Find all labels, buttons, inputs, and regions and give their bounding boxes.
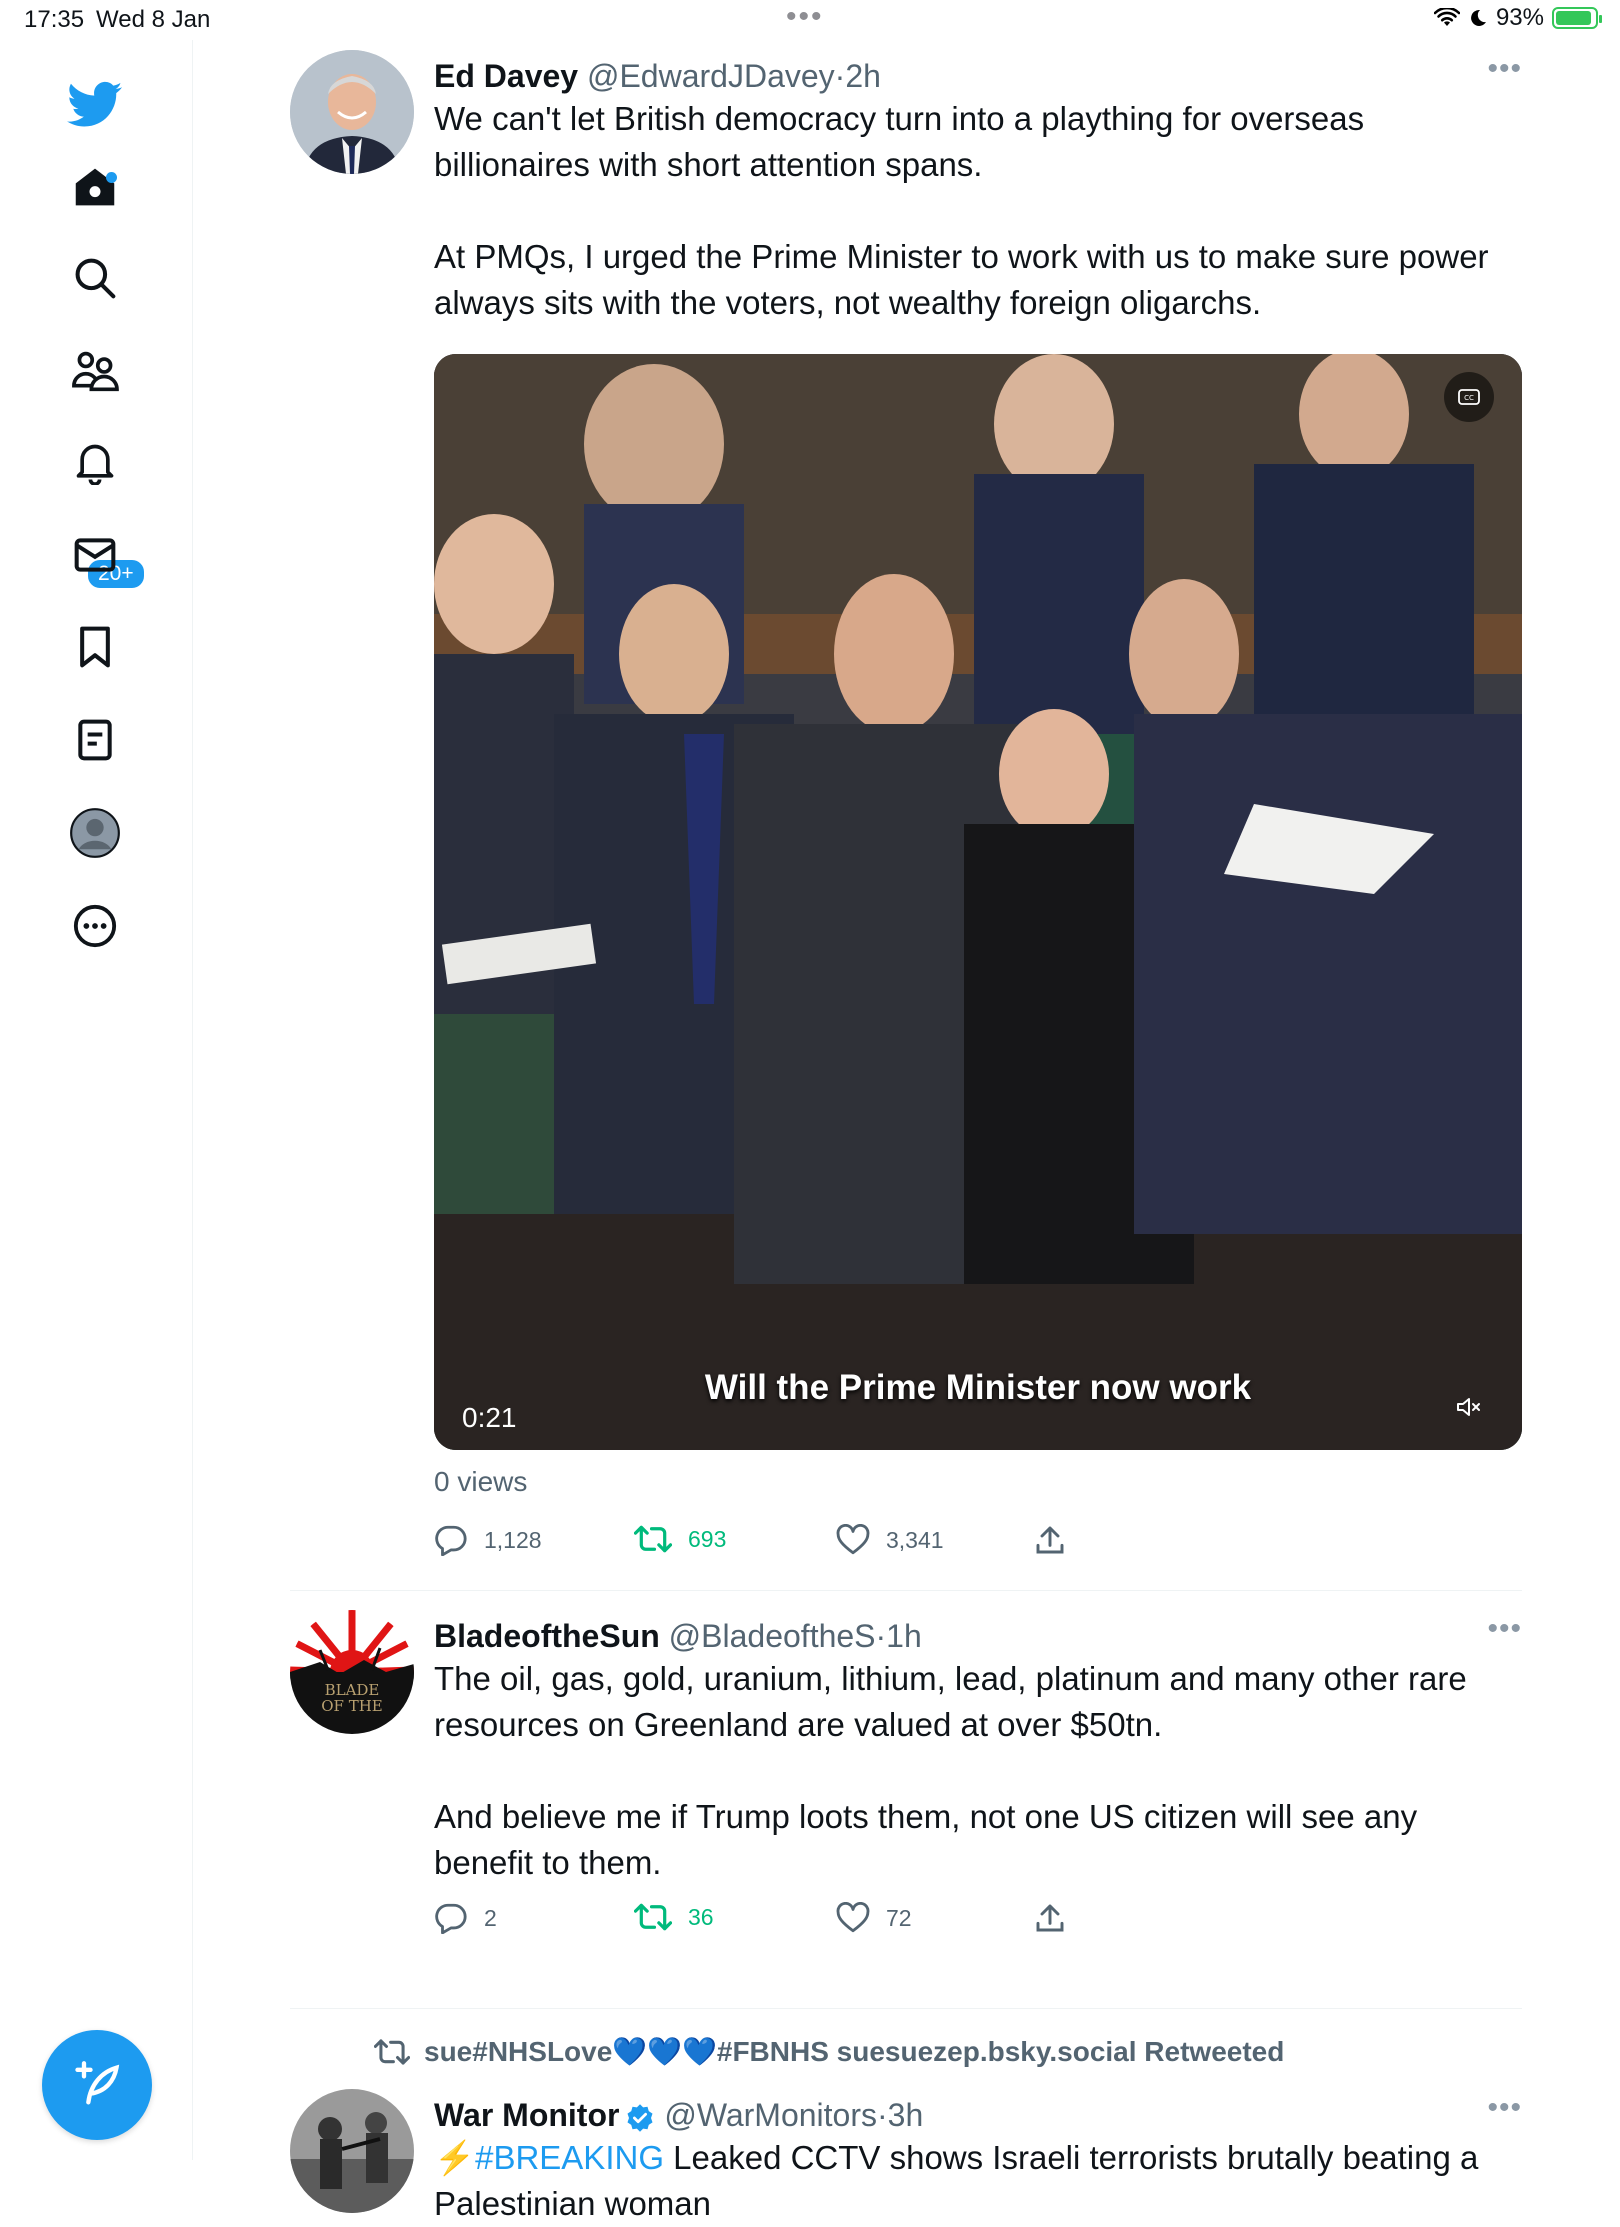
separator: ·: [834, 58, 846, 94]
tweet-age[interactable]: 1h: [886, 1618, 922, 1654]
reply-button[interactable]: 2: [434, 1902, 497, 1934]
author-handle[interactable]: @WarMonitors: [664, 2097, 877, 2133]
like-count: 72: [886, 1904, 912, 1931]
status-indicators: 93%: [1433, 4, 1602, 32]
tweet-text-body: Leaked CCTV shows Israeli terrorists bru…: [664, 2139, 1479, 2176]
retweet-icon: [634, 1525, 672, 1553]
tweet-text: ⚡#BREAKING Leaked CCTV shows Israeli ter…: [434, 2135, 1522, 2227]
bell-icon: [76, 444, 114, 485]
sidebar-item-lists[interactable]: [60, 705, 130, 775]
tweet-actions: 1,128 693 3,341: [434, 1524, 1334, 1564]
like-count: 3,341: [886, 1526, 944, 1553]
like-button[interactable]: 3,341: [836, 1524, 944, 1556]
heart-icon: [836, 1524, 870, 1555]
compose-tweet-button[interactable]: [42, 2030, 152, 2140]
sidebar-item-notifications[interactable]: [60, 428, 130, 498]
author-name[interactable]: War Monitor: [434, 2097, 619, 2133]
more-circle-icon: [73, 904, 117, 948]
tweet-divider: [290, 1590, 1522, 1591]
sidebar-item-profile[interactable]: [60, 798, 130, 868]
separator: ·: [877, 2097, 888, 2133]
tweet-divider: [290, 2008, 1522, 2009]
author-handle[interactable]: @EdwardJDavey: [587, 58, 835, 94]
tweet-header: Ed Davey @EdwardJDavey·2h: [434, 58, 881, 95]
sidebar-item-more[interactable]: [60, 891, 130, 961]
captions-icon[interactable]: CC: [1444, 372, 1494, 422]
author-name[interactable]: Ed Davey: [434, 58, 578, 94]
tweet-age[interactable]: 2h: [845, 58, 881, 94]
video-caption: Will the Prime Minister now work: [704, 1368, 1252, 1407]
retweet-count: 36: [688, 1903, 714, 1930]
search-icon: [75, 258, 116, 299]
retweeted-by-label: sue#NHSLove💙💙💙#FBNHS suesuezep.bsky.soci…: [424, 2036, 1285, 2067]
retweet-count: 693: [688, 1525, 727, 1552]
reply-button[interactable]: 1,128: [434, 1524, 542, 1556]
twitter-logo-icon[interactable]: [60, 70, 130, 140]
sidebar-item-bookmarks[interactable]: [60, 612, 130, 682]
wifi-icon: [1433, 8, 1460, 26]
moon-icon: [1471, 9, 1486, 26]
tweet-more-icon[interactable]: •••: [1487, 52, 1522, 86]
reply-icon: [435, 1525, 467, 1556]
tweet-more-icon[interactable]: •••: [1487, 2091, 1522, 2125]
tweet-header: BladeoftheSun @BladeoftheS·1h: [434, 1618, 922, 1655]
verified-badge-icon: [627, 2103, 653, 2132]
mute-icon[interactable]: [1444, 1382, 1494, 1432]
avatar[interactable]: BLADE OF THE: [290, 1610, 414, 1734]
share-icon: [1036, 1526, 1064, 1554]
retweet-icon: [374, 2038, 410, 2065]
share-button[interactable]: [1034, 1902, 1066, 1934]
communities-icon: [72, 351, 119, 392]
compose-feather-icon: [75, 2061, 120, 2105]
like-button[interactable]: 72: [836, 1902, 912, 1934]
avatar[interactable]: [290, 2089, 414, 2213]
reply-count: 1,128: [484, 1526, 542, 1553]
separator: ·: [875, 1618, 887, 1654]
tweet-actions: 2 36 72: [434, 1902, 1334, 1942]
retweeted-by[interactable]: sue#NHSLove💙💙💙#FBNHS suesuezep.bsky.soci…: [374, 2035, 1284, 2068]
reply-count: 2: [484, 1904, 497, 1931]
battery-icon: [1552, 7, 1602, 29]
profile-avatar-icon: [70, 808, 120, 858]
tweet-text: The oil, gas, gold, uranium, lithium, le…: [434, 1660, 1467, 1881]
status-bar: 17:35 Wed 8 Jan ••• 93%: [0, 0, 1620, 40]
avatar[interactable]: [290, 50, 414, 174]
retweet-button[interactable]: 36: [634, 1902, 714, 1932]
retweet-button[interactable]: 693: [634, 1524, 726, 1554]
status-time: 17:35: [24, 6, 85, 33]
tweet-age[interactable]: 3h: [888, 2097, 924, 2133]
heart-icon: [836, 1902, 870, 1933]
status-date: Wed 8 Jan: [96, 6, 211, 33]
avatar-text-bottom: OF THE: [321, 1697, 383, 1715]
tweet-text-line2: Palestinian woman: [434, 2185, 711, 2222]
tweet-video[interactable]: CC Will the Prime Minister now work 0:21: [434, 354, 1522, 1450]
sidebar: 20+: [0, 40, 193, 2160]
video-frame: [434, 354, 1522, 1450]
sidebar-item-explore[interactable]: [60, 243, 130, 313]
author-name[interactable]: BladeoftheSun: [434, 1618, 660, 1654]
author-handle[interactable]: @BladeoftheS: [669, 1618, 876, 1654]
avatar-logo-text: BLADE OF THE: [290, 1682, 414, 1714]
retweet-icon: [634, 1903, 672, 1931]
sidebar-item-messages[interactable]: [60, 520, 130, 590]
share-button[interactable]: [1034, 1524, 1066, 1556]
reply-icon: [435, 1903, 467, 1934]
multitasking-dots-icon[interactable]: •••: [786, 0, 824, 34]
list-icon: [78, 719, 112, 761]
bookmark-icon: [80, 626, 110, 668]
envelope-icon: [74, 538, 116, 572]
share-icon: [1036, 1904, 1064, 1932]
video-duration: 0:21: [462, 1402, 517, 1433]
sidebar-item-home[interactable]: [60, 152, 130, 222]
home-new-dot: [106, 172, 117, 183]
sidebar-item-communities[interactable]: [60, 336, 130, 406]
hashtag-link[interactable]: #BREAKING: [475, 2139, 664, 2176]
view-count: 0 views: [434, 1466, 528, 1497]
tweet-header: War Monitor @WarMonitors·3h: [434, 2097, 923, 2134]
lightning-emoji: ⚡: [434, 2139, 476, 2176]
tweet-more-icon[interactable]: •••: [1487, 1612, 1522, 1646]
tweet-text: We can't let British democracy turn into…: [434, 100, 1489, 321]
battery-percent: 93%: [1495, 4, 1544, 31]
svg-text:CC: CC: [1464, 394, 1474, 402]
